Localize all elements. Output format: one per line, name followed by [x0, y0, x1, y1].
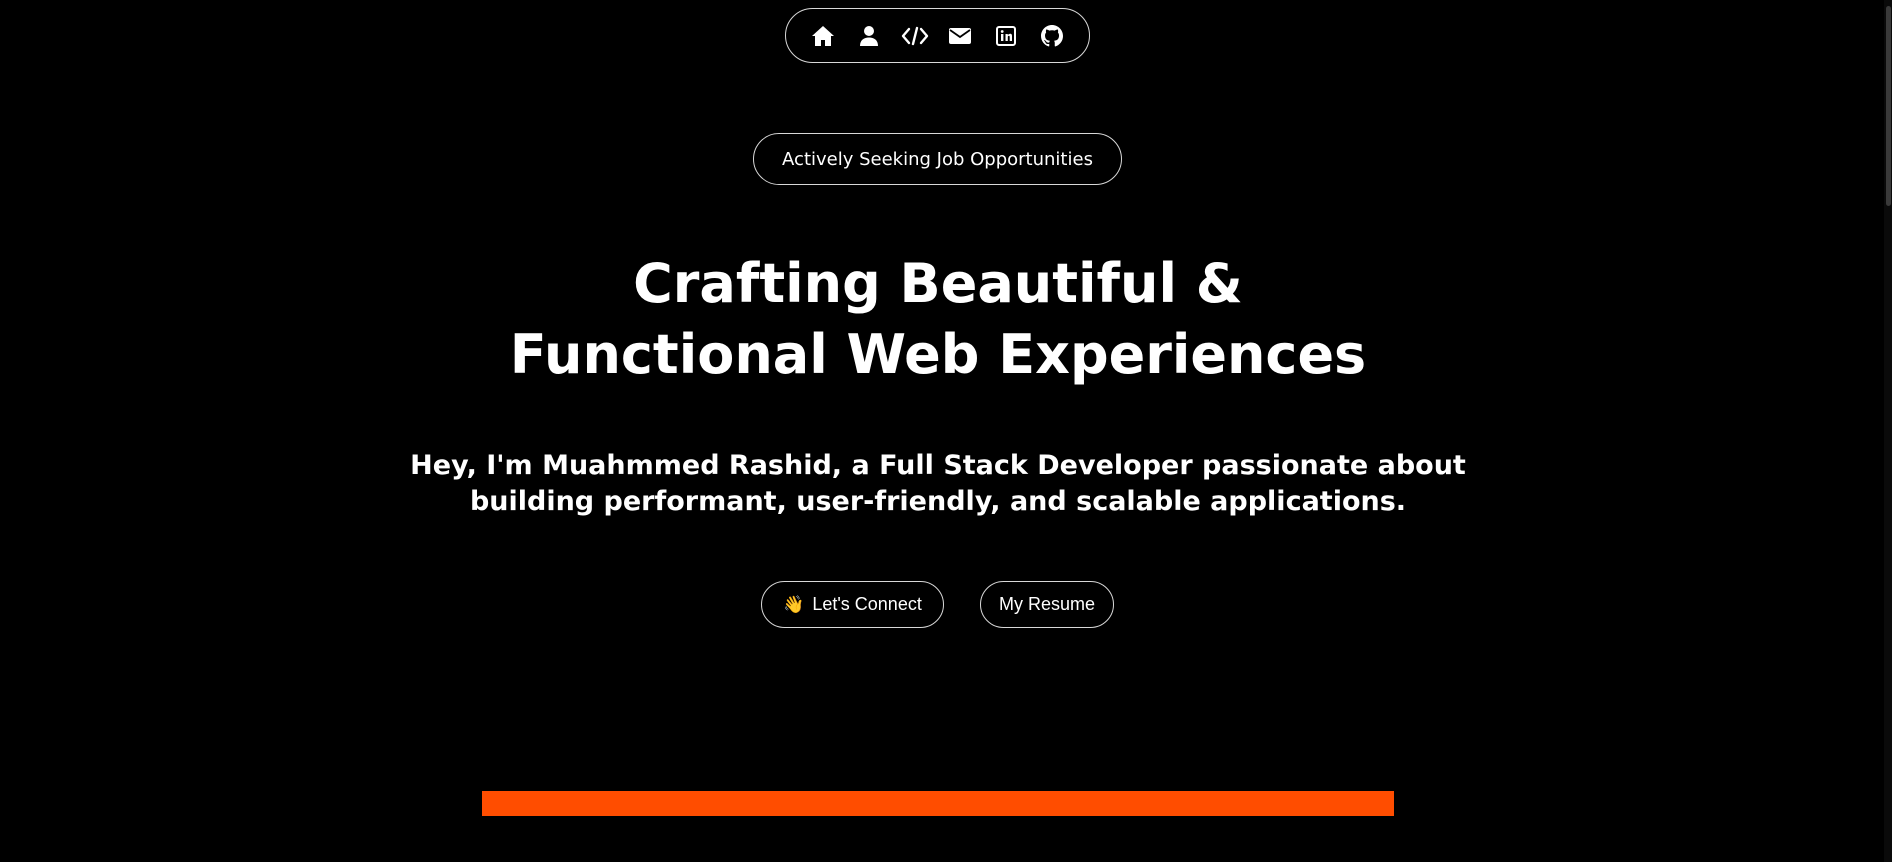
- nav-projects[interactable]: [898, 19, 932, 53]
- nav-github[interactable]: [1035, 19, 1069, 53]
- hero-headline-line2: Functional Web Experiences: [509, 323, 1367, 386]
- connect-button[interactable]: 👋 Let's Connect: [761, 581, 944, 628]
- email-icon: [949, 27, 972, 44]
- user-icon: [859, 25, 878, 46]
- page-scrollbar[interactable]: [1884, 0, 1892, 862]
- job-status-text: Actively Seeking Job Opportunities: [782, 148, 1093, 170]
- waving-hand-icon: 👋: [783, 594, 805, 614]
- resume-button-label: My Resume: [998, 594, 1096, 614]
- hero-headline: Crafting Beautiful & Functional Web Expe…: [0, 248, 1876, 390]
- github-icon: [1041, 24, 1064, 46]
- top-navbar: [785, 8, 1090, 63]
- home-icon: [811, 25, 834, 46]
- nav-home[interactable]: [806, 19, 840, 53]
- connect-button-label: Let's Connect: [812, 594, 922, 614]
- scrollbar-thumb[interactable]: [1886, 6, 1891, 206]
- nav-about[interactable]: [852, 19, 886, 53]
- linkedin-icon: [996, 25, 1017, 46]
- hero-headline-line1: Crafting Beautiful &: [633, 252, 1243, 315]
- portfolio-page: Actively Seeking Job Opportunities Craft…: [0, 0, 1892, 862]
- job-status-badge: Actively Seeking Job Opportunities: [753, 133, 1122, 185]
- code-icon: [901, 26, 928, 45]
- nav-email[interactable]: [943, 19, 977, 53]
- nav-linkedin[interactable]: [989, 19, 1023, 53]
- resume-button[interactable]: My Resume: [980, 581, 1114, 628]
- accent-bar: [482, 791, 1394, 816]
- hero-intro: Hey, I'm Muahmmed Rashid, a Full Stack D…: [410, 450, 1466, 517]
